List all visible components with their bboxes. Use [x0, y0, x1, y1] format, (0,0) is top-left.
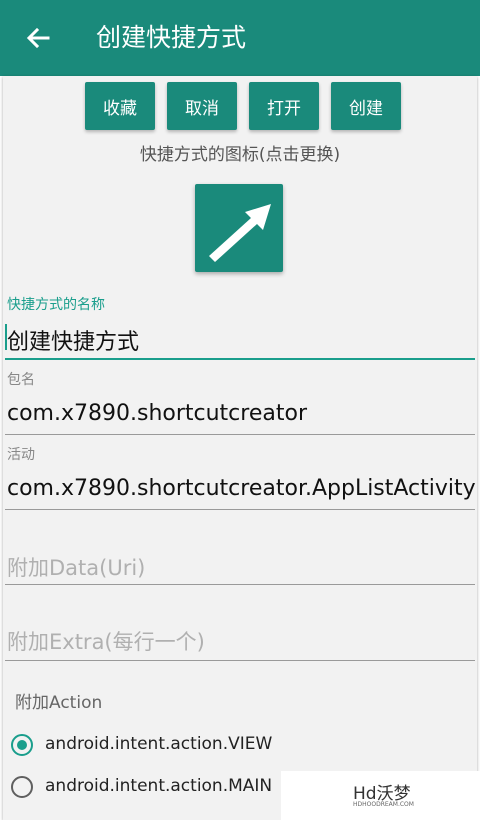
- radio-action-view[interactable]: android.intent.action.VIEW: [11, 732, 371, 762]
- create-button[interactable]: 创建: [331, 82, 401, 130]
- shortcut-name-field[interactable]: 快捷方式的名称 创建快捷方式: [5, 294, 475, 362]
- field-underline: [5, 358, 475, 360]
- activity-label: 活动: [7, 447, 35, 463]
- data-uri-placeholder: 附加Data(Uri): [7, 556, 146, 580]
- app-bar: 创建快捷方式: [0, 0, 480, 76]
- shortcut-name-label: 快捷方式的名称: [7, 297, 105, 313]
- package-name-label: 包名: [7, 372, 35, 388]
- activity-field[interactable]: 活动 com.x7890.shortcutcreator.AppListActi…: [5, 444, 476, 512]
- shortcut-name-value[interactable]: 创建快捷方式: [7, 324, 139, 356]
- shortcut-form-card: 收藏 取消 打开 创建 快捷方式的图标(点击更换) 快捷方式的名称 创建快捷方式…: [3, 76, 477, 820]
- field-underline: [5, 660, 475, 661]
- radio-checked-icon[interactable]: [11, 734, 33, 756]
- field-underline: [5, 584, 475, 585]
- radio-unchecked-icon[interactable]: [11, 776, 33, 798]
- extra-field[interactable]: 附加Extra(每行一个): [5, 590, 475, 662]
- activity-value[interactable]: com.x7890.shortcutcreator.AppListActivit…: [7, 476, 476, 501]
- watermark-subtext: HDHOODREAM.COM: [353, 801, 414, 808]
- action-button-row: 收藏 取消 打开 创建: [85, 82, 405, 130]
- data-uri-field[interactable]: 附加Data(Uri): [5, 516, 475, 586]
- field-underline: [5, 509, 475, 510]
- field-underline: [5, 434, 475, 435]
- page-title: 创建快捷方式: [96, 23, 247, 52]
- package-name-value[interactable]: com.x7890.shortcutcreator: [7, 401, 307, 426]
- shortcut-icon-picker[interactable]: [195, 184, 283, 272]
- package-name-field[interactable]: 包名 com.x7890.shortcutcreator: [5, 369, 475, 437]
- action-section-label: 附加Action: [15, 693, 103, 713]
- icon-change-hint: 快捷方式的图标(点击更换): [139, 145, 341, 165]
- arrow-left-icon[interactable]: [22, 22, 54, 54]
- open-button[interactable]: 打开: [249, 82, 319, 130]
- watermark: Hd沃梦 HDHOODREAM.COM: [281, 771, 480, 820]
- extra-placeholder: 附加Extra(每行一个): [7, 630, 205, 654]
- favorite-button[interactable]: 收藏: [85, 82, 155, 130]
- arrow-up-right-icon: [209, 204, 271, 262]
- radio-label: android.intent.action.MAIN: [45, 776, 273, 796]
- cancel-button[interactable]: 取消: [167, 82, 237, 130]
- radio-label: android.intent.action.VIEW: [45, 734, 273, 754]
